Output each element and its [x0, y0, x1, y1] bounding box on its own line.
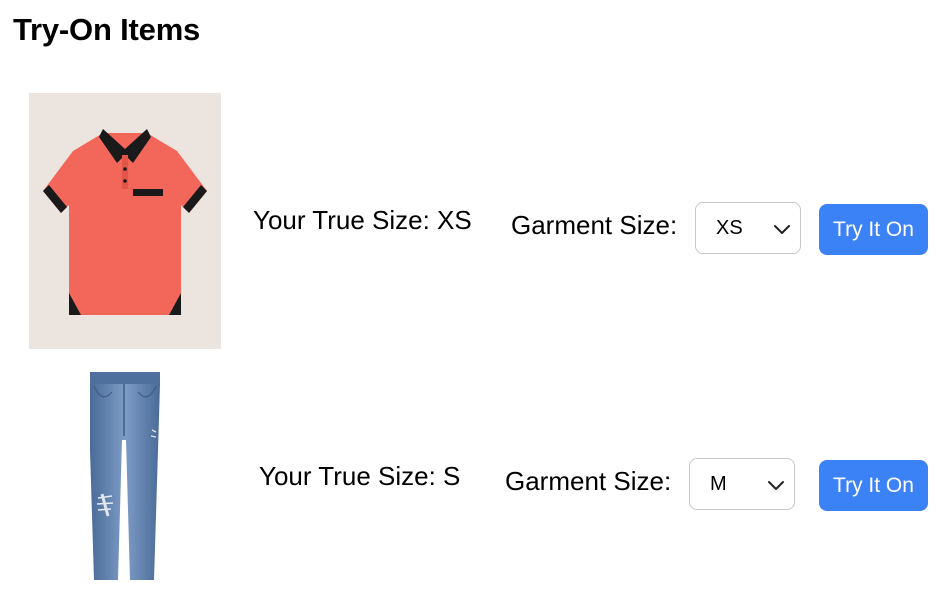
polo-shirt-image [29, 93, 221, 349]
try-it-on-button[interactable]: Try It On [819, 204, 928, 255]
true-size-label: Your True Size: XS [253, 205, 472, 235]
try-on-item: Your True Size: XS Garment Size: XS Try … [0, 0, 952, 360]
garment-size-select[interactable]: XS [695, 202, 801, 254]
try-on-item: Your True Size: S Garment Size: M Try It… [0, 360, 952, 602]
jeans-image [82, 370, 166, 586]
garment-size-select[interactable]: M [689, 458, 795, 510]
polo-shirt-icon [43, 129, 207, 315]
garment-size-label: Garment Size: [511, 210, 678, 240]
garment-size-label: Garment Size: [505, 466, 672, 496]
garment-size-value: M [710, 472, 727, 495]
jeans-icon [90, 372, 160, 580]
try-it-on-button[interactable]: Try It On [819, 460, 928, 511]
true-size-label: Your True Size: S [259, 461, 461, 491]
garment-size-value: XS [716, 216, 743, 239]
chevron-down-icon [768, 481, 784, 490]
chevron-down-icon [774, 225, 790, 234]
